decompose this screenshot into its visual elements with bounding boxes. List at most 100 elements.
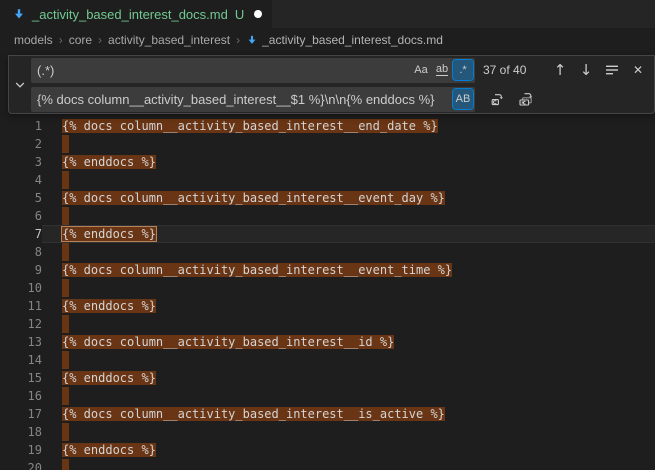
find-replace-widget: Aa ab .* 37 of 40 ↑ ↓ xyxy=(8,55,655,114)
find-results-count: 37 of 40 xyxy=(483,63,549,77)
empty-line-match xyxy=(62,351,69,369)
replace-input[interactable] xyxy=(31,87,452,112)
replace-button[interactable] xyxy=(487,88,509,110)
empty-line-match xyxy=(62,459,69,470)
line-number: 5 xyxy=(0,189,42,207)
chevron-down-icon xyxy=(12,77,28,93)
empty-line-match xyxy=(62,243,69,261)
breadcrumb-item-core[interactable]: core xyxy=(69,33,92,47)
match-case-button[interactable]: Aa xyxy=(411,60,431,80)
tab-active-file[interactable]: _activity_based_interest_docs.md U xyxy=(0,0,272,28)
line-number: 19 xyxy=(0,441,42,459)
toggle-replace-button[interactable] xyxy=(9,56,31,113)
empty-line-match xyxy=(62,207,69,225)
find-row: Aa ab .* 37 of 40 ↑ ↓ xyxy=(31,58,655,83)
line-content: {% docs column__activity_based_interest_… xyxy=(42,189,655,207)
next-match-button[interactable]: ↓ xyxy=(575,59,597,81)
editor-line[interactable]: 11{% enddocs %} xyxy=(0,297,655,315)
line-number: 18 xyxy=(0,423,42,441)
line-content: {% enddocs %} xyxy=(42,297,655,315)
close-icon: ✕ xyxy=(633,64,643,76)
line-number: 2 xyxy=(0,135,42,153)
editor-line[interactable]: 12 xyxy=(0,315,655,333)
line-content: {% enddocs %} xyxy=(42,153,655,171)
empty-line-match xyxy=(62,171,69,189)
line-number: 12 xyxy=(0,315,42,333)
line-number: 8 xyxy=(0,243,42,261)
empty-line-match xyxy=(62,315,69,333)
find-match: {% enddocs %} xyxy=(62,371,156,385)
find-in-selection-button[interactable] xyxy=(601,59,623,81)
editor-line[interactable]: 5 {% docs column__activity_based_interest… xyxy=(0,189,655,207)
code-area[interactable]: 1{% docs column__activity_based_interest… xyxy=(0,117,655,470)
editor-line[interactable]: 20 xyxy=(0,459,655,470)
editor-line[interactable]: 15{% enddocs %} xyxy=(0,369,655,387)
find-match: {% docs column__activity_based_interest_… xyxy=(62,263,452,277)
breadcrumb-item-models[interactable]: models xyxy=(14,33,53,47)
markdown-file-icon xyxy=(246,34,258,46)
line-content: {% docs column__activity_based_interest_… xyxy=(42,333,655,351)
breadcrumb-item-folder[interactable]: activity_based_interest xyxy=(108,33,230,47)
line-content xyxy=(42,315,655,333)
editor-line[interactable]: 10 xyxy=(0,279,655,297)
line-content xyxy=(42,351,655,369)
find-input[interactable] xyxy=(31,58,410,83)
line-content xyxy=(42,171,655,189)
chevron-right-icon: › xyxy=(236,33,240,47)
editor-line[interactable]: 19 {% enddocs %} xyxy=(0,441,655,459)
editor-line[interactable]: 8 xyxy=(0,243,655,261)
line-number: 13 xyxy=(0,333,42,351)
line-number: 14 xyxy=(0,351,42,369)
editor[interactable]: Aa ab .* 37 of 40 ↑ ↓ xyxy=(0,52,655,470)
tab-bar: _activity_based_interest_docs.md U xyxy=(0,0,655,28)
editor-line[interactable]: 2 xyxy=(0,135,655,153)
replace-all-icon xyxy=(518,91,534,107)
line-content xyxy=(42,243,655,261)
close-find-button[interactable]: ✕ xyxy=(627,59,649,81)
selection-lines-icon xyxy=(604,62,620,78)
line-number: 16 xyxy=(0,387,42,405)
line-content: {% docs column__activity_based_interest_… xyxy=(42,261,655,279)
line-number: 10 xyxy=(0,279,42,297)
unsaved-dot-icon[interactable] xyxy=(254,10,262,18)
replace-input-wrap: AB xyxy=(31,87,475,112)
find-match: {% docs column__activity_based_interest_… xyxy=(62,191,445,205)
line-content: {% enddocs %} xyxy=(42,369,655,387)
editor-line[interactable]: 4 xyxy=(0,171,655,189)
breadcrumb-file-label: _activity_based_interest_docs.md xyxy=(262,33,443,47)
find-match: {% enddocs %} xyxy=(62,155,156,169)
line-content xyxy=(42,279,655,297)
editor-line[interactable]: 18 xyxy=(0,423,655,441)
arrow-up-icon: ↑ xyxy=(554,63,567,78)
editor-line[interactable]: 14 xyxy=(0,351,655,369)
editor-line[interactable]: 1{% docs column__activity_based_interest… xyxy=(0,117,655,135)
replace-all-button[interactable] xyxy=(515,88,537,110)
empty-line-match xyxy=(62,387,69,405)
line-content: {% docs column__activity_based_interest_… xyxy=(42,117,655,135)
line-content: {% enddocs %} xyxy=(42,441,655,459)
line-content: {% enddocs %} xyxy=(42,225,655,243)
whole-word-button[interactable]: ab xyxy=(432,60,452,80)
find-match: {% enddocs %} xyxy=(62,443,156,457)
regex-button[interactable]: .* xyxy=(453,60,473,80)
line-number: 9 xyxy=(0,261,42,279)
previous-match-button[interactable]: ↑ xyxy=(549,59,571,81)
line-content xyxy=(42,207,655,225)
editor-line[interactable]: 17{% docs column__activity_based_interes… xyxy=(0,405,655,423)
editor-line[interactable]: 13{% docs column__activity_based_interes… xyxy=(0,333,655,351)
breadcrumb-item-file[interactable]: _activity_based_interest_docs.md xyxy=(246,33,443,47)
editor-line[interactable]: 9 {% docs column__activity_based_interest… xyxy=(0,261,655,279)
editor-line[interactable]: 7{% enddocs %} xyxy=(0,225,655,243)
editor-line[interactable]: 16 xyxy=(0,387,655,405)
line-content xyxy=(42,135,655,153)
tab-filename: _activity_based_interest_docs.md xyxy=(32,7,228,22)
current-find-match: {% enddocs %} xyxy=(62,227,156,241)
editor-line[interactable]: 3{% enddocs %} xyxy=(0,153,655,171)
line-content xyxy=(42,423,655,441)
git-status-badge: U xyxy=(235,7,244,22)
line-number: 6 xyxy=(0,207,42,225)
line-number: 4 xyxy=(0,171,42,189)
arrow-down-icon: ↓ xyxy=(580,63,593,78)
preserve-case-button[interactable]: AB xyxy=(453,89,473,109)
editor-line[interactable]: 6 xyxy=(0,207,655,225)
